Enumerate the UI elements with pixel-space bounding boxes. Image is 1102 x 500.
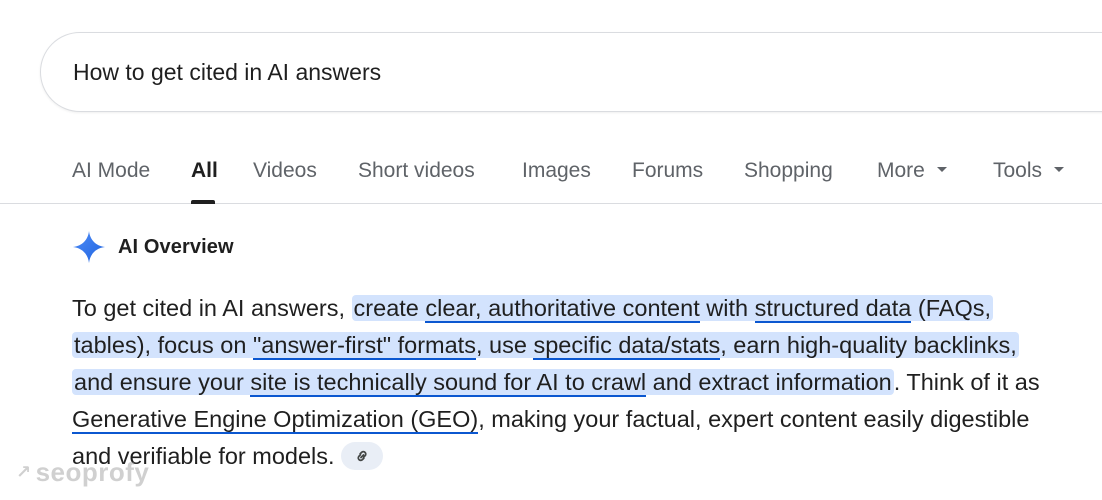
answer-text: and extract information xyxy=(646,369,892,395)
watermark-logo: ↗ seoprofy xyxy=(16,457,150,487)
answer-text: , use xyxy=(475,332,534,358)
link-icon xyxy=(357,450,367,461)
tab-more-label: More xyxy=(877,159,925,182)
ai-overview-title: AI Overview xyxy=(118,235,234,258)
search-box[interactable] xyxy=(40,32,1102,112)
citation-geo[interactable]: Generative Engine Optimization (GEO) xyxy=(72,406,479,434)
tab-images[interactable]: Images xyxy=(522,158,591,184)
citation-site-sound[interactable]: site is technically sound for AI to craw… xyxy=(250,369,647,397)
chevron-down-icon xyxy=(1054,166,1065,172)
tab-ai-mode[interactable]: AI Mode xyxy=(72,158,150,184)
answer-intro: To get cited in AI answers, xyxy=(72,295,352,321)
active-tab-indicator xyxy=(191,200,215,204)
ai-overview-answer: To get cited in AI answers, create clear… xyxy=(72,290,1062,475)
tab-tools-label: Tools xyxy=(993,159,1043,182)
citation-clear-content[interactable]: clear, authoritative content xyxy=(425,295,700,323)
answer-text: . Think of it as xyxy=(893,369,1040,395)
citation-specific-data[interactable]: specific data/stats xyxy=(533,332,721,360)
answer-text: with xyxy=(699,295,755,321)
watermark-text: seoprofy xyxy=(35,457,150,487)
search-tabs: AI Mode All Videos Short videos Images F… xyxy=(0,148,1102,204)
sparkle-icon xyxy=(72,230,106,264)
tab-videos[interactable]: Videos xyxy=(253,158,317,184)
tab-more[interactable]: More xyxy=(877,158,947,184)
tab-short-videos[interactable]: Short videos xyxy=(358,158,475,184)
tab-shopping[interactable]: Shopping xyxy=(744,158,833,184)
source-link-button[interactable] xyxy=(340,441,383,470)
tab-forums[interactable]: Forums xyxy=(632,158,703,184)
ai-overview-header: AI Overview xyxy=(72,230,234,264)
answer-text: , earn high-quality backlinks xyxy=(720,332,1011,358)
citation-structured-data[interactable]: structured data xyxy=(754,295,912,323)
tab-all[interactable]: All xyxy=(191,158,218,184)
citation-answer-first[interactable]: "answer-first" formats xyxy=(252,332,476,360)
search-input[interactable] xyxy=(73,57,973,87)
answer-text: create xyxy=(353,295,426,321)
tab-tools[interactable]: Tools xyxy=(993,158,1065,184)
chevron-down-icon xyxy=(936,166,947,172)
